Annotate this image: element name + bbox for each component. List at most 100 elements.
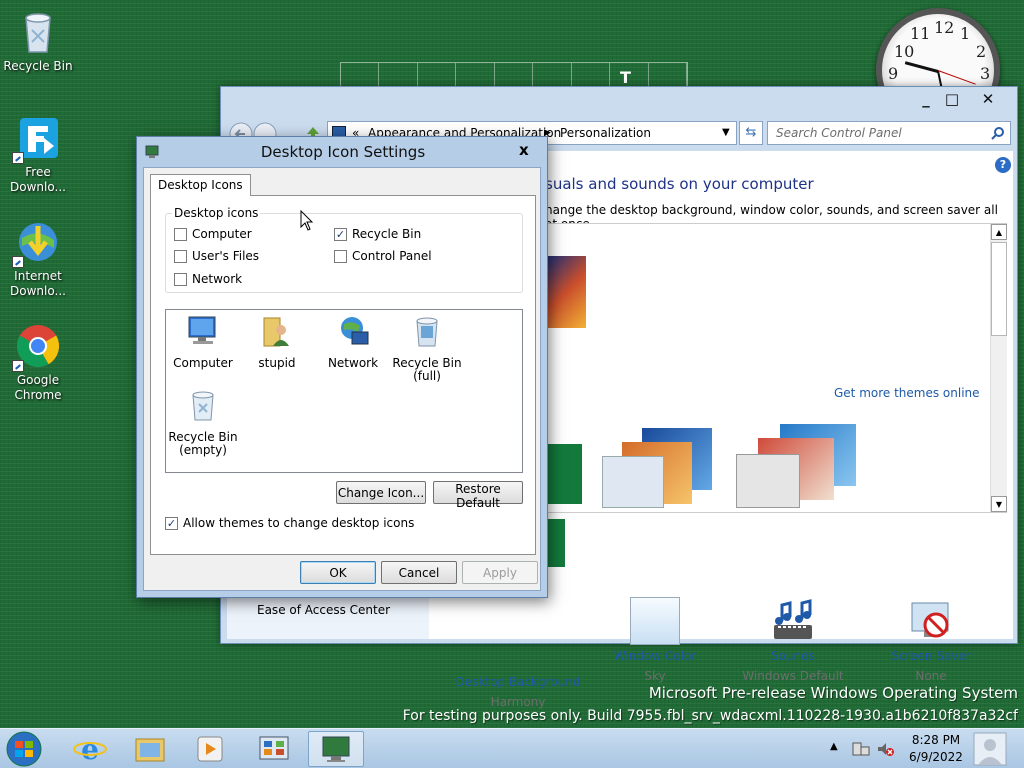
tab-desktop-icons[interactable]: Desktop Icons (150, 174, 251, 196)
desktop-gadget-grid[interactable] (340, 62, 688, 88)
theme-preview[interactable] (736, 424, 864, 508)
taskbar-time[interactable]: 8:28 PM (904, 733, 968, 747)
network-checkbox[interactable]: Network (174, 272, 242, 286)
taskbar-desktop-icon-settings[interactable] (308, 731, 364, 767)
show-hidden-icons-button[interactable]: ▲ (830, 741, 838, 752)
recycle-bin-checkbox[interactable]: ✓ Recycle Bin (334, 227, 421, 241)
taskbar-media-player[interactable] (182, 731, 238, 767)
help-icon[interactable]: ? (995, 157, 1011, 173)
desktop-icon-internet-download-manager[interactable]: Internet Downlo... (0, 218, 76, 299)
recycle-bin-full-icon (416, 317, 438, 347)
shortcut-arrow-icon (12, 360, 24, 372)
allow-themes-checkbox[interactable]: ✓ Allow themes to change desktop icons (165, 516, 414, 530)
volume-muted-icon[interactable] (876, 741, 894, 757)
refresh-button[interactable]: ⇆ (739, 121, 763, 145)
page-heading: suals and sounds on your computer (545, 175, 814, 193)
checkbox-box[interactable] (174, 249, 187, 263)
checkbox-box[interactable] (174, 227, 187, 241)
display-settings-icon (322, 736, 350, 762)
taskbar-date[interactable]: 6/9/2022 (904, 750, 968, 764)
shortcut-arrow-icon (12, 256, 24, 268)
icon-list[interactable]: Computer stupid Network Recycle Bin (ful… (165, 309, 523, 473)
user-tile[interactable] (972, 731, 1008, 767)
list-item-user-folder[interactable]: stupid (240, 314, 314, 370)
users-files-checkbox[interactable]: User's Files (174, 249, 259, 263)
list-item-label: stupid (258, 356, 296, 370)
network-tray-icon[interactable] (852, 741, 870, 757)
window-color-icon (630, 597, 680, 645)
taskbar-internet-explorer[interactable]: e (62, 731, 118, 767)
ease-of-access-link[interactable]: Ease of Access Center (257, 603, 390, 617)
list-item-label: Computer (173, 356, 233, 370)
taskbar-explorer[interactable] (122, 731, 178, 767)
desktop-background-label[interactable]: Desktop Background Harmony (453, 671, 583, 709)
list-item-network[interactable]: Network (316, 314, 390, 370)
clock-second-hand (937, 70, 976, 85)
list-item-recycle-bin-empty[interactable]: Recycle Bin (empty) (166, 388, 240, 457)
apply-button[interactable]: Apply (462, 561, 538, 584)
clock-number: 11 (910, 24, 931, 43)
sounds-item[interactable]: Sounds Windows Default (729, 597, 857, 683)
screen-saver-subtitle: None (915, 669, 947, 683)
start-button[interactable] (4, 730, 48, 768)
list-item-label: Recycle Bin (empty) (168, 430, 238, 457)
tab-panel: Desktop icons Computer ✓ Recycle Bin Use… (150, 195, 536, 555)
dialog-close-button[interactable]: x (519, 141, 529, 159)
breadcrumb-personalization[interactable]: Personalization (560, 122, 651, 144)
checkbox-box[interactable] (334, 249, 347, 263)
cancel-button[interactable]: Cancel (381, 561, 457, 584)
checkbox-checked[interactable]: ✓ (334, 227, 347, 241)
computer-checkbox[interactable]: Computer (174, 227, 252, 241)
checkbox-box[interactable] (174, 272, 187, 286)
get-more-themes-link[interactable]: Get more themes online (834, 386, 980, 400)
internet-explorer-icon: e (73, 733, 107, 766)
control-panel-checkbox[interactable]: Control Panel (334, 249, 432, 263)
window-color-item[interactable]: Window Color Sky (591, 597, 719, 683)
search-icon[interactable] (991, 126, 1005, 140)
close-button[interactable]: ✕ (973, 89, 1003, 109)
themes-scrollbar[interactable]: ▲ ▼ (990, 224, 1007, 512)
change-icon-button[interactable]: Change Icon... (336, 481, 426, 504)
mouse-cursor-icon (300, 210, 314, 231)
address-dropdown-icon[interactable]: ▼ (722, 122, 730, 144)
recycle-bin-icon (14, 8, 62, 56)
control-panel-titlebar[interactable]: _ □ ✕ (221, 87, 1017, 117)
window-color-title: Window Color (613, 649, 697, 663)
desktop-icon-google-chrome[interactable]: Google Chrome (0, 322, 76, 403)
maximize-button[interactable]: □ (937, 89, 967, 109)
scroll-down-icon[interactable]: ▼ (991, 496, 1007, 512)
chrome-icon (12, 322, 62, 372)
windows-logo-icon (6, 731, 42, 767)
dialog-title: Desktop Icon Settings (260, 143, 426, 161)
user-folder-icon (263, 317, 289, 347)
checkbox-checked[interactable]: ✓ (165, 516, 178, 530)
desktop-icon-settings-dialog[interactable]: Desktop Icon Settings x Desktop Icons De… (136, 136, 548, 598)
list-item-recycle-bin-full[interactable]: Recycle Bin (full) (390, 314, 464, 383)
restore-default-button[interactable]: Restore Default (433, 481, 523, 510)
desktop-background-subtitle: Harmony (490, 695, 546, 709)
taskbar-control-panel[interactable] (246, 731, 302, 767)
ok-button[interactable]: OK (300, 561, 376, 584)
theme-preview[interactable] (546, 444, 582, 504)
theme-preview[interactable] (546, 256, 586, 328)
clock-number: 9 (888, 64, 899, 83)
dialog-body: Desktop Icons Desktop icons Computer ✓ R… (143, 167, 541, 591)
sounds-subtitle: Windows Default (742, 669, 844, 683)
watermark-line-1: Microsoft Pre-release Windows Operating … (648, 684, 1018, 702)
list-item-computer[interactable]: Computer (166, 314, 240, 370)
desktop-icon-label: Internet Downlo... (10, 269, 66, 298)
desktop-icon-label: Free Downlo... (10, 165, 66, 194)
screen-saver-item[interactable]: Screen Saver None (867, 597, 995, 683)
theme-preview[interactable] (602, 428, 720, 508)
desktop-icon-free-download-manager[interactable]: Free Downlo... (0, 114, 76, 195)
recycle-bin-empty-icon (192, 391, 214, 421)
sounds-title: Sounds (770, 649, 816, 663)
scroll-up-icon[interactable]: ▲ (991, 224, 1007, 240)
free-download-manager-icon (12, 114, 62, 164)
shortcut-arrow-icon (12, 152, 24, 164)
window-color-subtitle: Sky (644, 669, 666, 683)
scroll-thumb[interactable] (991, 242, 1007, 336)
desktop-icon-recycle-bin[interactable]: Recycle Bin (0, 8, 76, 74)
svg-text:e: e (81, 733, 99, 766)
search-input[interactable]: Search Control Panel (767, 121, 1011, 145)
